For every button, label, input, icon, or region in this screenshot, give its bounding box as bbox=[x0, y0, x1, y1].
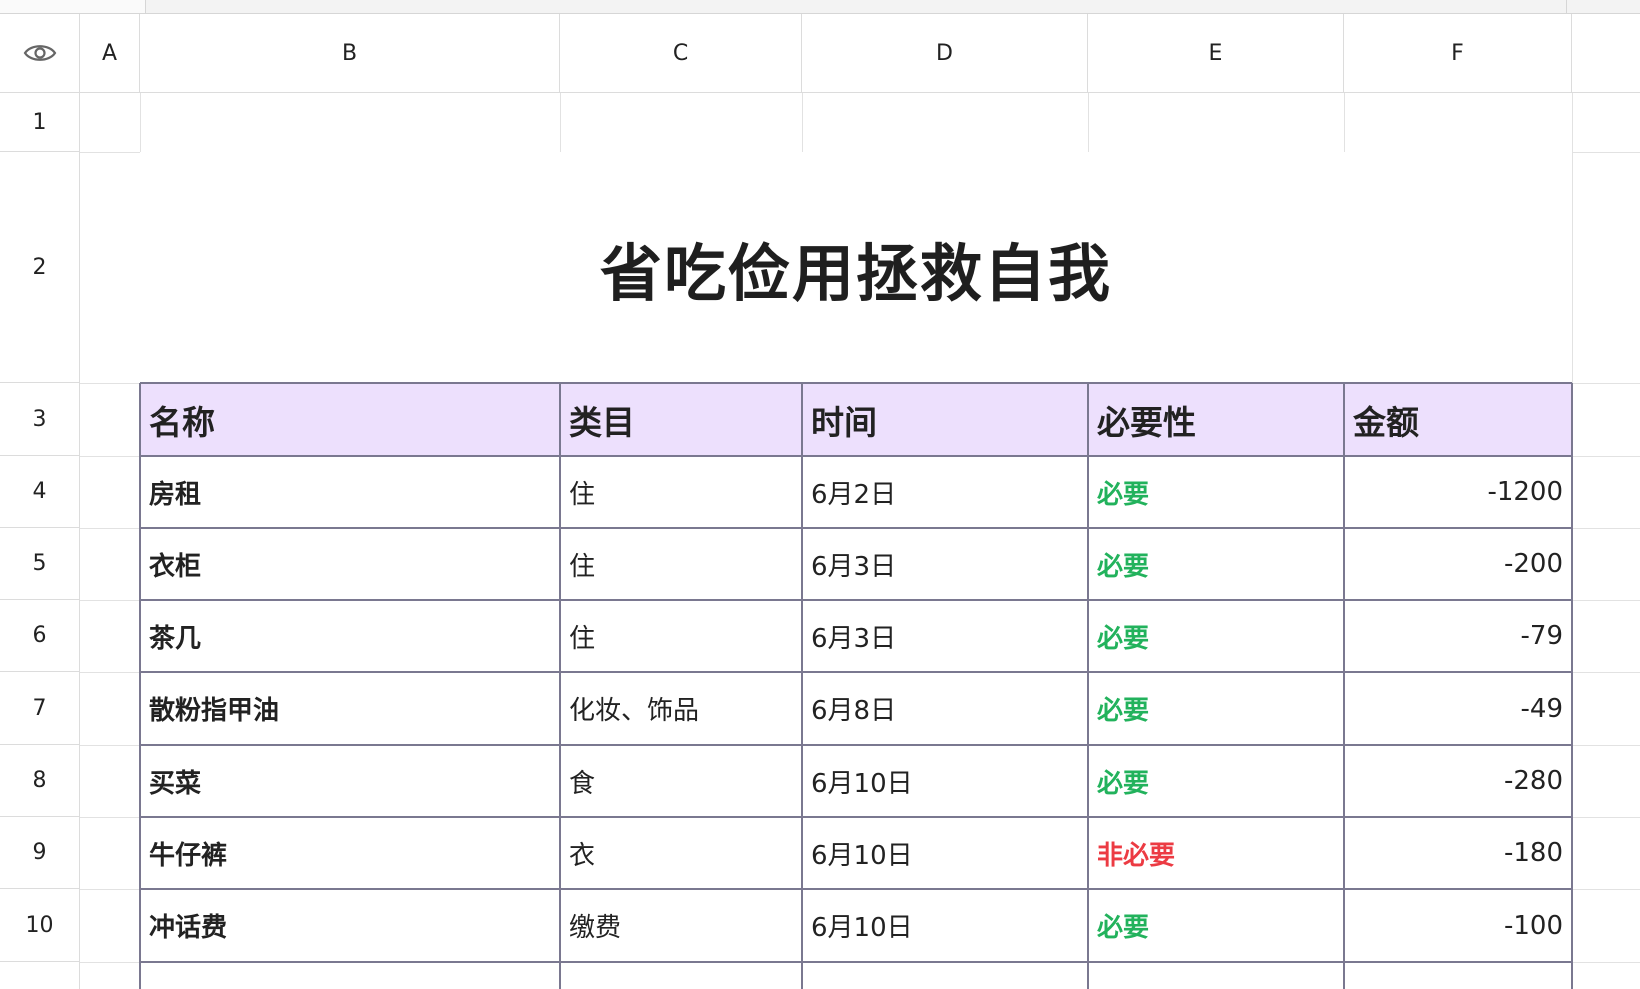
cell-date[interactable]: 6月3日 bbox=[802, 600, 1088, 672]
table-border bbox=[140, 527, 1572, 529]
column-header-f[interactable]: F bbox=[1344, 14, 1572, 93]
table-border bbox=[140, 455, 1572, 457]
cell-date[interactable]: 6月2日 bbox=[802, 456, 1088, 528]
row-header-10[interactable]: 10 bbox=[0, 889, 80, 962]
cell-amount[interactable]: -79 bbox=[1344, 600, 1572, 672]
cell-category[interactable]: 衣 bbox=[560, 817, 802, 889]
cell-category[interactable]: 住 bbox=[560, 600, 802, 672]
table-border bbox=[140, 599, 1572, 601]
row-header-8[interactable]: 8 bbox=[0, 745, 80, 817]
cell-necessity[interactable]: 必要 bbox=[1088, 456, 1344, 528]
table-border bbox=[559, 383, 561, 989]
table-border bbox=[1343, 383, 1345, 989]
cell-date[interactable]: 6月10日 bbox=[802, 889, 1088, 962]
table-border bbox=[1087, 383, 1089, 989]
table-header-amount[interactable]: 金额 bbox=[1344, 383, 1572, 456]
cell-name[interactable]: 散粉指甲油 bbox=[140, 672, 560, 745]
cell-date[interactable]: 6月10日 bbox=[802, 745, 1088, 817]
cell-date[interactable]: 6月3日 bbox=[802, 528, 1088, 600]
table-border bbox=[140, 382, 1572, 384]
row-header-6[interactable]: 6 bbox=[0, 600, 80, 672]
eye-icon[interactable] bbox=[23, 42, 57, 64]
cell-amount[interactable]: -200 bbox=[1344, 528, 1572, 600]
table-border bbox=[140, 888, 1572, 890]
cell-name[interactable]: 买菜 bbox=[140, 745, 560, 817]
row-header-7[interactable]: 7 bbox=[0, 672, 80, 745]
cell-amount[interactable]: -280 bbox=[1344, 745, 1572, 817]
table-border bbox=[1571, 383, 1573, 989]
cell-necessity[interactable]: 必要 bbox=[1088, 672, 1344, 745]
cell-amount[interactable]: -100 bbox=[1344, 889, 1572, 962]
cell-name[interactable]: 冲话费 bbox=[140, 889, 560, 962]
sheet-title[interactable]: 省吃俭用拯救自我 bbox=[140, 152, 1572, 383]
cell-necessity[interactable]: 非必要 bbox=[1088, 817, 1344, 889]
cell-category[interactable]: 食 bbox=[560, 745, 802, 817]
cell-amount[interactable]: -49 bbox=[1344, 672, 1572, 745]
cell-date[interactable]: 6月10日 bbox=[802, 817, 1088, 889]
column-header-a[interactable]: A bbox=[80, 14, 140, 93]
column-header-c[interactable]: C bbox=[560, 14, 802, 93]
cell-necessity[interactable]: 必要 bbox=[1088, 528, 1344, 600]
cell-necessity[interactable]: 必要 bbox=[1088, 600, 1344, 672]
row-header-3[interactable]: 3 bbox=[0, 383, 80, 456]
formula-bar[interactable] bbox=[0, 0, 1640, 14]
cell-necessity[interactable]: 必要 bbox=[1088, 745, 1344, 817]
table-border bbox=[139, 383, 141, 989]
row-header-4[interactable]: 4 bbox=[0, 456, 80, 528]
cell-name[interactable]: 衣柜 bbox=[140, 528, 560, 600]
cell-name[interactable]: 房租 bbox=[140, 456, 560, 528]
formula-input[interactable] bbox=[146, 0, 1567, 13]
table-header-category[interactable]: 类目 bbox=[560, 383, 802, 456]
cell-amount[interactable]: -1200 bbox=[1344, 456, 1572, 528]
column-header-blank[interactable] bbox=[1572, 14, 1640, 93]
row-header-9[interactable]: 9 bbox=[0, 817, 80, 889]
table-border bbox=[801, 383, 803, 989]
table-border bbox=[140, 671, 1572, 673]
column-header-e[interactable]: E bbox=[1088, 14, 1344, 93]
table-header-necessity[interactable]: 必要性 bbox=[1088, 383, 1344, 456]
cell-amount[interactable]: -180 bbox=[1344, 817, 1572, 889]
cell-category[interactable]: 化妆、饰品 bbox=[560, 672, 802, 745]
cell-name[interactable]: 茶几 bbox=[140, 600, 560, 672]
row-header-2[interactable]: 2 bbox=[0, 152, 80, 383]
table-header-date[interactable]: 时间 bbox=[802, 383, 1088, 456]
column-header-b[interactable]: B bbox=[140, 14, 560, 93]
table-border bbox=[140, 816, 1572, 818]
row-header-5[interactable]: 5 bbox=[0, 528, 80, 600]
cell-name[interactable]: 牛仔裤 bbox=[140, 817, 560, 889]
cell-category[interactable]: 住 bbox=[560, 456, 802, 528]
cell-category[interactable]: 缴费 bbox=[560, 889, 802, 962]
row-header-partial[interactable] bbox=[0, 962, 80, 989]
table-header-name[interactable]: 名称 bbox=[140, 383, 560, 456]
table-border bbox=[140, 744, 1572, 746]
cell-necessity[interactable]: 必要 bbox=[1088, 889, 1344, 962]
column-header-d[interactable]: D bbox=[802, 14, 1088, 93]
row-header-1[interactable]: 1 bbox=[0, 93, 80, 152]
select-all-corner[interactable] bbox=[0, 14, 80, 93]
name-box[interactable] bbox=[0, 0, 146, 13]
spreadsheet: ABCDEF 1 2 3 4 5 6 7 8 9 10 省吃俭用拯救自我 名称 类目 时间 必要性 金额房… bbox=[0, 0, 1640, 989]
cell-date[interactable]: 6月8日 bbox=[802, 672, 1088, 745]
cell-category[interactable]: 住 bbox=[560, 528, 802, 600]
table-border bbox=[140, 961, 1572, 963]
